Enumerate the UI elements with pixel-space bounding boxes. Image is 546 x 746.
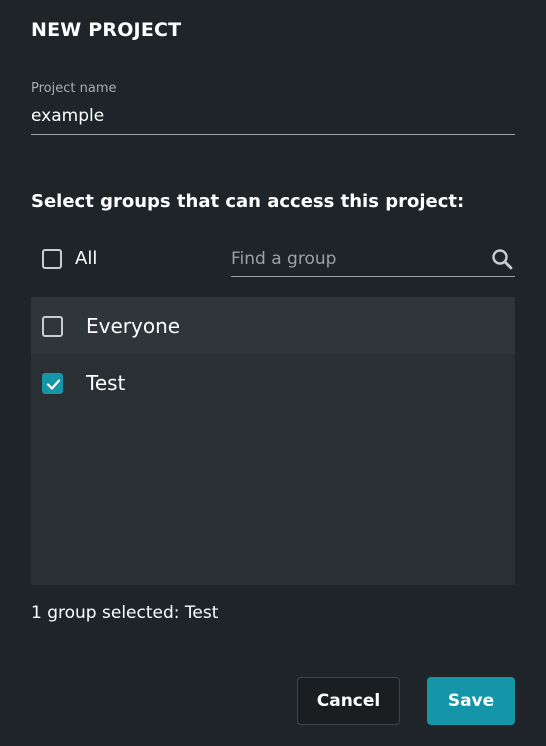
select-all-row[interactable]: All: [42, 248, 132, 269]
select-all-label: All: [75, 248, 98, 269]
project-name-input[interactable]: [31, 104, 515, 128]
project-name-field[interactable]: Project name: [31, 80, 515, 135]
group-list: Everyone Test: [31, 297, 515, 585]
new-project-dialog: NEW PROJECT Project name Select groups t…: [0, 0, 546, 746]
checkmark-icon: [46, 379, 61, 390]
save-button[interactable]: Save: [427, 677, 515, 725]
group-item-label: Test: [86, 371, 126, 395]
group-item-everyone[interactable]: Everyone: [31, 297, 515, 354]
group-search-input[interactable]: [231, 247, 481, 271]
select-all-checkbox[interactable]: [42, 249, 62, 269]
group-search[interactable]: [231, 243, 515, 277]
project-name-label: Project name: [31, 81, 117, 96]
cancel-button[interactable]: Cancel: [297, 677, 400, 725]
group-item-label: Everyone: [86, 314, 181, 338]
search-icon[interactable]: [491, 248, 513, 270]
group-item-test[interactable]: Test: [31, 354, 515, 411]
group-checkbox-test[interactable]: [42, 373, 63, 394]
dialog-title: NEW PROJECT: [31, 19, 182, 41]
groups-section-heading: Select groups that can access this proje…: [31, 191, 465, 212]
group-checkbox-everyone[interactable]: [42, 316, 63, 337]
selection-summary: 1 group selected: Test: [31, 603, 219, 623]
